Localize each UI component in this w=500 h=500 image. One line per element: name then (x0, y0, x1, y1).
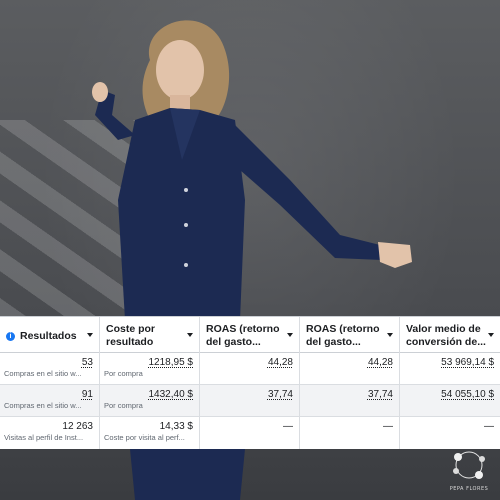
empty-value: — (383, 421, 393, 432)
cost-value[interactable]: 1432,40 $ (104, 389, 194, 401)
watermark-text: PEPA FLORES (449, 486, 489, 492)
chevron-down-icon[interactable] (387, 333, 393, 337)
chevron-down-icon[interactable] (87, 333, 93, 337)
roas-value[interactable]: 44,28 (304, 357, 393, 369)
chevron-down-icon[interactable] (488, 333, 494, 337)
chevron-down-icon[interactable] (287, 333, 293, 337)
cell-resultados: 91 Compras en el sitio w... (0, 385, 100, 417)
brand-watermark: PEPA FLORES (444, 447, 494, 492)
cell-valor-medio: 53 969,14 $ (400, 353, 500, 385)
ads-results-table: i Resultados Coste por resultado ROAS (re… (0, 316, 500, 449)
column-header-resultados[interactable]: i Resultados (0, 317, 100, 353)
floral-wreath-icon (453, 451, 485, 479)
empty-value: — (283, 421, 293, 432)
pajama-pants (130, 449, 245, 500)
roas-value[interactable]: 37,74 (204, 389, 293, 401)
extended-hand (378, 242, 412, 268)
cell-roas-2: 37,74 (300, 385, 400, 417)
cost-type: Por compra (104, 369, 143, 378)
column-header-valor-medio[interactable]: Valor medio de conversión de... (400, 317, 500, 353)
cell-valor-medio: — (400, 417, 500, 449)
table-row: 91 Compras en el sitio w... 1432,40 $ Po… (0, 385, 500, 417)
cell-coste: 1218,95 $ Por compra (100, 353, 200, 385)
extended-arm (235, 125, 382, 260)
cost-type: Por compra (104, 401, 143, 410)
results-type: Visitas al perfil de Inst... (4, 433, 84, 442)
cell-valor-medio: 54 055,10 $ (400, 385, 500, 417)
results-type: Compras en el sitio w... (4, 369, 82, 378)
cell-roas-1: 37,74 (200, 385, 300, 417)
cell-roas-1: — (200, 417, 300, 449)
cell-roas-1: 44,28 (200, 353, 300, 385)
column-header-coste[interactable]: Coste por resultado (100, 317, 200, 353)
chevron-down-icon[interactable] (187, 333, 193, 337)
cell-resultados: 53 Compras en el sitio w... (0, 353, 100, 385)
results-type: Compras en el sitio w... (4, 401, 82, 410)
empty-value: — (484, 421, 494, 432)
avg-value[interactable]: 54 055,10 $ (404, 389, 494, 401)
column-header-roas-1[interactable]: ROAS (retorno del gasto... (200, 317, 300, 353)
info-icon[interactable]: i (6, 331, 15, 341)
avg-value[interactable]: 53 969,14 $ (404, 357, 494, 369)
table-header: i Resultados Coste por resultado ROAS (re… (0, 317, 500, 353)
cell-roas-2: — (300, 417, 400, 449)
face (156, 40, 204, 100)
results-value[interactable]: 53 (4, 357, 93, 369)
cost-value[interactable]: 1218,95 $ (104, 357, 194, 369)
results-value: 12 263 (62, 421, 93, 432)
cost-value: 14,33 $ (159, 421, 193, 432)
results-value[interactable]: 91 (4, 389, 93, 401)
cell-coste: 14,33 $ Coste por visita al perf... (100, 417, 200, 449)
roas-value[interactable]: 37,74 (304, 389, 393, 401)
table-row: 12 263 Visitas al perfil de Inst... 14,3… (0, 417, 500, 449)
roas-value[interactable]: 44,28 (204, 357, 293, 369)
cost-type: Coste por visita al perf... (104, 433, 185, 442)
table-row: 53 Compras en el sitio w... 1218,95 $ Po… (0, 353, 500, 385)
raised-hand (92, 82, 108, 102)
cell-coste: 1432,40 $ Por compra (100, 385, 200, 417)
cell-resultados: 12 263 Visitas al perfil de Inst... (0, 417, 100, 449)
column-header-roas-2[interactable]: ROAS (retorno del gasto... (300, 317, 400, 353)
cell-roas-2: 44,28 (300, 353, 400, 385)
